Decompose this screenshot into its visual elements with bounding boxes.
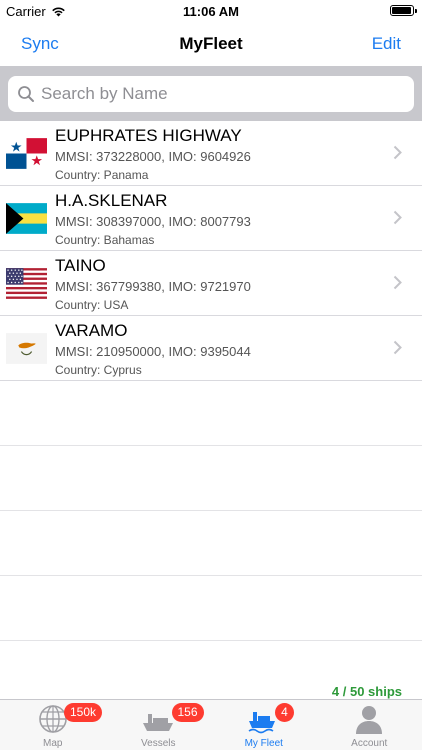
ship-country: Country: Bahamas — [55, 233, 155, 247]
nav-bar: Sync MyFleet Edit — [0, 22, 422, 66]
tab-label: Account — [351, 738, 388, 749]
ship-identifiers: MMSI: 367799380, IMO: 9721970 — [55, 279, 251, 294]
panama-flag — [6, 138, 47, 169]
tab-my-fleet[interactable]: 4 My Fleet — [211, 700, 317, 750]
empty-row — [0, 576, 422, 641]
table-row[interactable]: VARAMO MMSI: 210950000, IMO: 9395044 Cou… — [0, 316, 422, 381]
search-area — [0, 66, 422, 121]
table-row[interactable]: EUPHRATES HIGHWAY MMSI: 373228000, IMO: … — [0, 121, 422, 186]
ship-count: 4 / 50 ships — [331, 684, 402, 699]
bahamas-flag — [6, 203, 47, 234]
ship-country: Country: USA — [55, 298, 129, 312]
ship-country: Country: Cyprus — [55, 363, 142, 377]
tab-label: My Fleet — [244, 738, 283, 749]
status-time: 11:06 AM — [183, 4, 239, 19]
tab-map[interactable]: 150k Map — [0, 700, 106, 750]
battery-icon — [390, 5, 417, 16]
ship-name: EUPHRATES HIGHWAY — [55, 126, 242, 145]
ship-country: Country: Panama — [55, 168, 149, 182]
search-icon — [18, 86, 34, 102]
status-bar: Carrier 11:06 AM — [0, 0, 422, 22]
tab-label: Map — [43, 738, 63, 749]
cyprus-flag — [6, 333, 47, 364]
edit-button[interactable]: Edit — [372, 34, 401, 54]
empty-row — [0, 511, 422, 576]
fleet-badge: 4 — [275, 703, 294, 722]
ship-icon — [143, 714, 174, 731]
usa-flag — [6, 268, 47, 299]
ship-identifiers: MMSI: 308397000, IMO: 8007793 — [55, 214, 251, 229]
ship-name: VARAMO — [55, 321, 128, 340]
vessels-badge: 156 — [171, 703, 204, 722]
tab-bar: 150k Map 156 Vessels 4 My Fleet Account — [0, 699, 422, 750]
ship-list: EUPHRATES HIGHWAY MMSI: 373228000, IMO: … — [0, 121, 422, 641]
search-input[interactable] — [41, 84, 401, 104]
empty-row — [0, 446, 422, 511]
chevron-right-icon — [393, 210, 402, 225]
search-box[interactable] — [8, 76, 414, 112]
tab-vessels[interactable]: 156 Vessels — [106, 700, 212, 750]
page-title: MyFleet — [179, 34, 243, 53]
ship-name: H.A.SKLENAR — [55, 191, 168, 210]
table-row[interactable]: H.A.SKLENAR MMSI: 308397000, IMO: 800779… — [0, 186, 422, 251]
ship-name: TAINO — [55, 256, 106, 275]
chevron-right-icon — [393, 275, 402, 290]
chevron-right-icon — [393, 340, 402, 355]
table-row[interactable]: TAINO MMSI: 367799380, IMO: 9721970 Coun… — [0, 251, 422, 316]
map-badge: 150k — [64, 703, 103, 722]
ship-identifiers: MMSI: 210950000, IMO: 9395044 — [55, 344, 251, 359]
tab-account[interactable]: Account — [317, 700, 422, 750]
empty-row — [0, 381, 422, 446]
chevron-right-icon — [393, 145, 402, 160]
ship-identifiers: MMSI: 373228000, IMO: 9604926 — [55, 149, 251, 164]
person-icon — [356, 706, 383, 734]
tab-label: Vessels — [141, 738, 176, 749]
